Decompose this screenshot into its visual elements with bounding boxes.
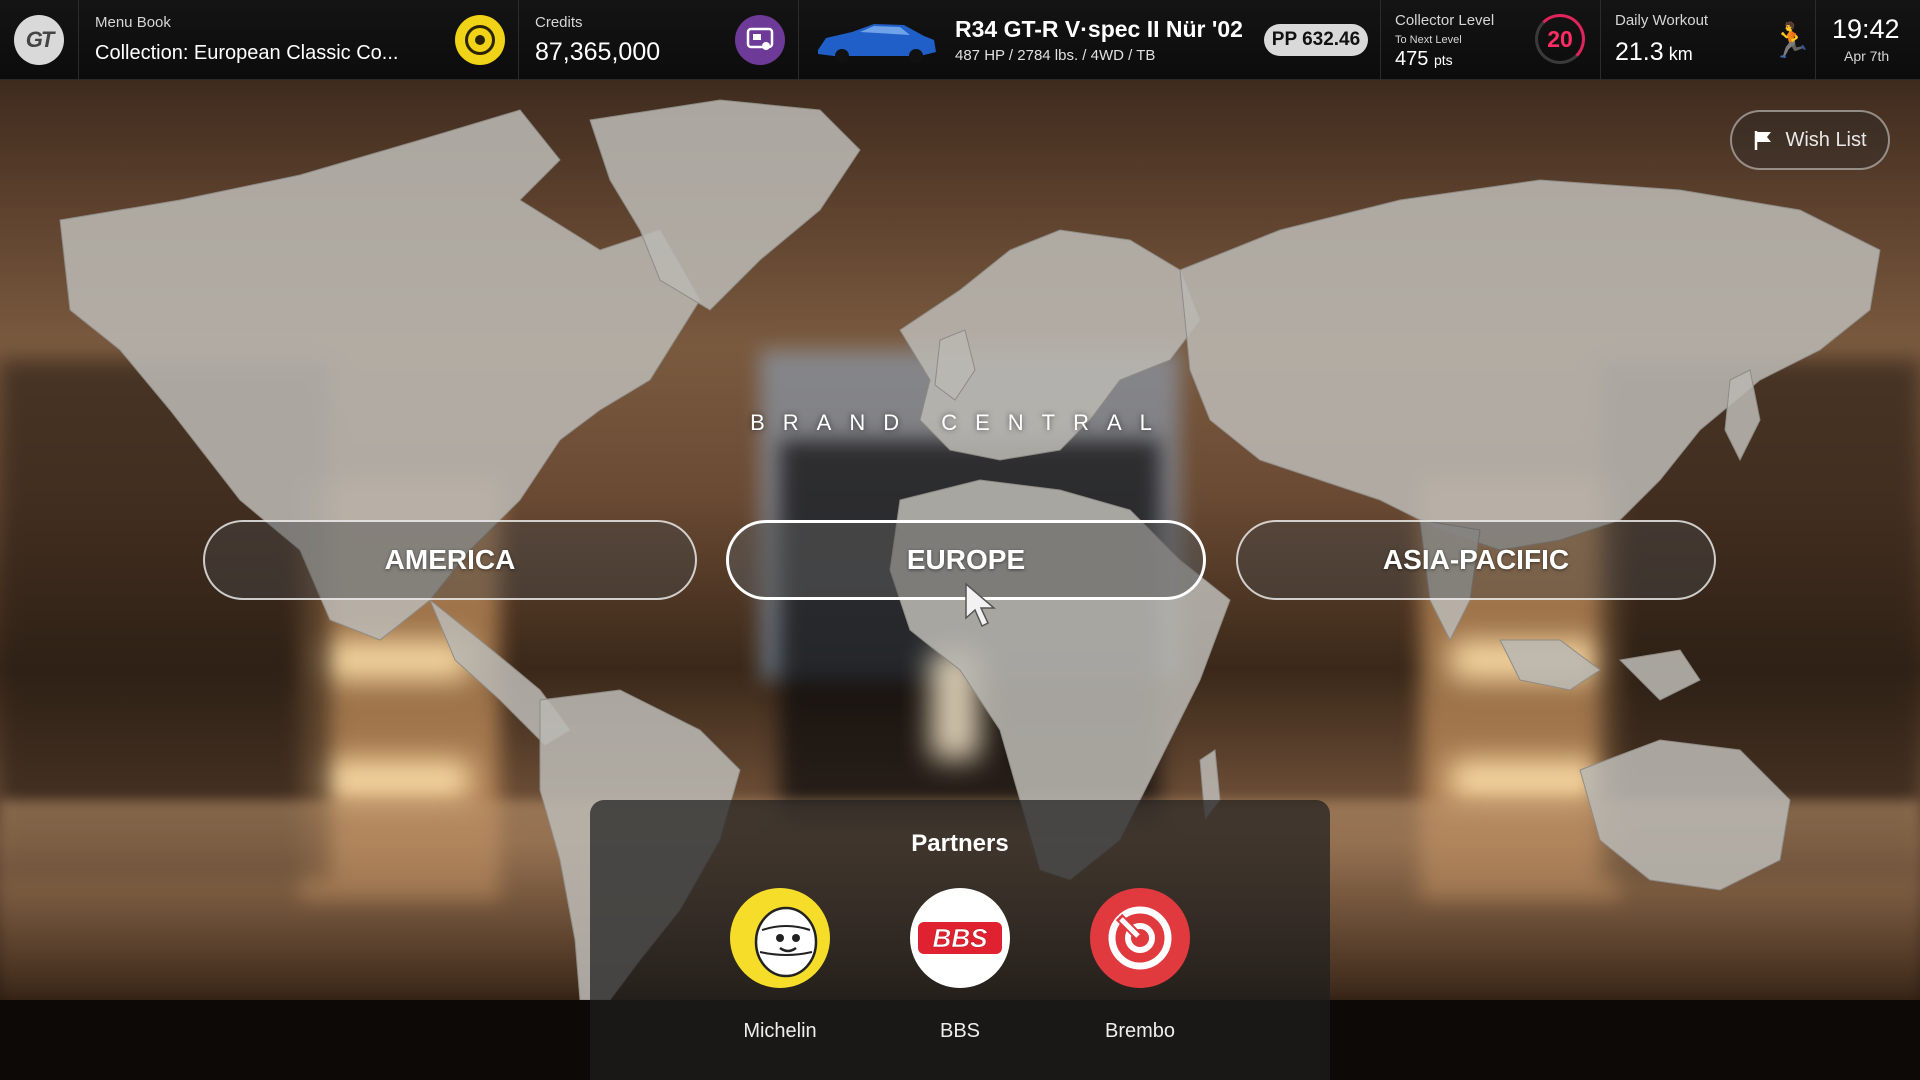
bbs-logo-icon: BBS <box>910 888 1010 988</box>
garage-icon[interactable] <box>735 15 785 65</box>
menu-book-value[interactable]: Collection: European Classic Co... <box>95 42 398 65</box>
clock-date: Apr 7th <box>1844 48 1890 64</box>
brembo-logo-icon <box>1090 888 1190 988</box>
partner-michelin[interactable]: Michelin <box>710 888 850 1043</box>
gt-logo-icon[interactable]: GT <box>14 15 64 65</box>
partners-title: Partners <box>911 830 1009 857</box>
partner-name: Brembo <box>1104 1020 1176 1042</box>
collector-sub-label: To Next Level <box>1395 34 1462 46</box>
cursor-icon <box>965 582 997 628</box>
runner-icon: 🏃 <box>1770 22 1813 60</box>
top-bar: GT Menu Book Collection: European Classi… <box>0 0 1920 80</box>
daily-workout-label: Daily Workout <box>1615 12 1709 29</box>
partner-name: Michelin <box>743 1020 817 1042</box>
collector-level-label: Collector Level <box>1395 12 1495 29</box>
wish-list-label: Wish List <box>1785 128 1867 151</box>
car-specs: 487 HP / 2784 lbs. / 4WD / TB <box>955 47 1156 64</box>
michelin-logo-icon <box>730 888 830 988</box>
page-title: BRAND CENTRAL <box>750 410 1170 435</box>
car-thumbnail[interactable] <box>812 16 940 66</box>
partner-brembo[interactable]: Brembo <box>1070 888 1210 1043</box>
pp-badge: PP 632.46 <box>1264 24 1368 56</box>
region-america-button[interactable]: AMERICA <box>203 520 697 600</box>
daily-workout-value: 21.3 km <box>1615 38 1693 66</box>
wish-list-button[interactable]: Wish List <box>1730 110 1890 170</box>
clock-time: 19:42 <box>1832 14 1900 44</box>
partners-panel: Partners Michelin BBS BBS Brembo <box>590 800 1330 1080</box>
credits-value: 87,365,000 <box>535 38 661 66</box>
car-name: R34 GT-R V·spec II Nür '02 <box>955 16 1243 42</box>
credits-label: Credits <box>535 14 583 31</box>
credits-icon <box>455 15 505 65</box>
partner-name: BBS <box>939 1020 981 1042</box>
menu-book-label: Menu Book <box>95 14 171 31</box>
collector-level-ring: 20 <box>1535 14 1585 64</box>
collector-points: 475 pts <box>1395 48 1453 70</box>
region-asia-pacific-button[interactable]: ASIA-PACIFIC <box>1236 520 1716 600</box>
flag-icon <box>1755 131 1772 150</box>
svg-text:BBS: BBS <box>933 923 989 953</box>
partner-bbs[interactable]: BBS BBS <box>890 888 1030 1043</box>
